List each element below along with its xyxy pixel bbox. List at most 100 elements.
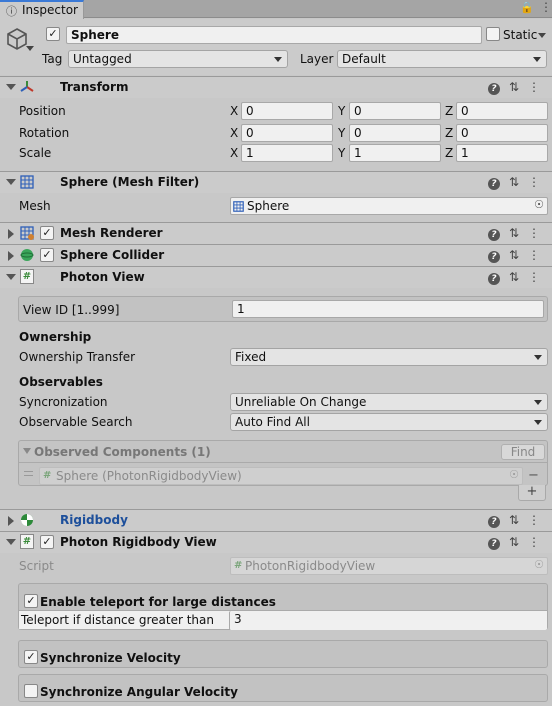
help-icon[interactable]: ? [484, 513, 504, 528]
tab-menu-icon[interactable]: ⋮ [540, 0, 552, 14]
info-icon: ⓘ [6, 5, 17, 18]
synchronization-dropdown[interactable]: Unreliable On Change [230, 393, 548, 411]
scale-z-field[interactable]: 1 [456, 144, 548, 162]
foldout-open-icon[interactable] [6, 274, 16, 280]
rotation-y-field[interactable]: 0 [349, 124, 441, 142]
preset-icon[interactable]: ⇅ [504, 535, 524, 549]
photon-rigidbody-view-header[interactable]: # ✓ Photon Rigidbody View ? ⇅ ⋮ [0, 531, 552, 553]
component-actions: ? ⇅ ⋮ [484, 80, 544, 95]
position-y-field[interactable]: 0 [349, 102, 441, 120]
kebab-menu-icon[interactable]: ⋮ [524, 535, 544, 549]
preset-icon[interactable]: ⇅ [504, 80, 524, 94]
kebab-menu-icon[interactable]: ⋮ [524, 513, 544, 527]
mesh-label: Mesh [19, 199, 51, 213]
sphere-collider-header[interactable]: ✓ Sphere Collider ? ⇅ ⋮ [0, 244, 552, 266]
add-item-button[interactable]: + [518, 485, 546, 501]
chevron-down-icon [274, 57, 282, 62]
script-value: PhotonRigidbodyView [245, 559, 376, 573]
mesh-filter-header[interactable]: Sphere (Mesh Filter) ? ⇅ ⋮ [0, 171, 552, 193]
foldout-closed-icon[interactable] [8, 229, 14, 239]
help-icon[interactable]: ? [484, 175, 504, 190]
ownership-heading: Ownership [19, 330, 92, 344]
foldout-open-icon[interactable] [6, 179, 16, 185]
teleport-distance-label: Teleport if distance greater than [21, 613, 214, 627]
position-x-field[interactable]: 0 [241, 102, 333, 120]
static-checkbox[interactable] [486, 27, 500, 41]
foldout-open-icon[interactable] [6, 84, 16, 90]
scale-label: Scale [19, 146, 52, 160]
script-hash-icon: # [234, 560, 243, 571]
object-name-field[interactable]: Sphere [66, 26, 482, 44]
teleport-checkbox[interactable]: ✓ [24, 594, 38, 608]
sync-angular-checkbox[interactable] [24, 684, 38, 698]
help-icon[interactable]: ? [484, 270, 504, 285]
observable-search-value: Auto Find All [235, 415, 310, 429]
object-picker-icon[interactable]: ☉ [534, 198, 544, 211]
axis-z-label: Z [445, 104, 454, 118]
static-dropdown-arrow-icon[interactable] [538, 33, 546, 38]
find-button[interactable]: Find [501, 444, 545, 460]
sync-angular-box: Synchronize Angular Velocity [18, 674, 548, 702]
help-icon[interactable]: ? [484, 80, 504, 95]
foldout-closed-icon[interactable] [8, 251, 14, 261]
tab-title: Inspector [22, 3, 78, 17]
preset-icon[interactable]: ⇅ [504, 270, 524, 284]
teleport-distance-field[interactable]: 3 [229, 611, 547, 630]
mesh-renderer-header[interactable]: ✓ Mesh Renderer ? ⇅ ⋮ [0, 222, 552, 244]
rotation-z-field[interactable]: 0 [456, 124, 548, 142]
scale-y-field[interactable]: 1 [349, 144, 441, 162]
axis-y-label: Y [338, 126, 346, 140]
remove-item-button[interactable]: − [528, 468, 539, 483]
mesh-object-field[interactable]: Sphere ☉ [230, 197, 548, 215]
rotation-label: Rotation [19, 126, 70, 140]
photon-rigidbody-view-enabled-checkbox[interactable]: ✓ [40, 535, 54, 549]
position-label: Position [19, 104, 66, 118]
kebab-menu-icon[interactable]: ⋮ [524, 270, 544, 284]
mesh-renderer-title: Mesh Renderer [60, 226, 163, 240]
observed-item-field[interactable]: # Sphere (PhotonRigidbodyView) ☉ [39, 467, 523, 485]
tab-inspector[interactable]: ⓘ Inspector [0, 0, 84, 19]
photon-view-title: Photon View [60, 270, 145, 284]
icon-dropdown-arrow-icon[interactable] [26, 46, 34, 51]
ownership-transfer-dropdown[interactable]: Fixed [230, 348, 548, 366]
script-label: Script [19, 559, 54, 573]
component-actions: ? ⇅ ⋮ [484, 513, 544, 528]
preset-icon[interactable]: ⇅ [504, 248, 524, 262]
help-icon[interactable]: ? [484, 226, 504, 241]
scale-x-field[interactable]: 1 [241, 144, 333, 162]
mesh-renderer-enabled-checkbox[interactable]: ✓ [40, 226, 54, 240]
preset-icon[interactable]: ⇅ [504, 513, 524, 527]
view-id-field[interactable]: 1 [232, 300, 544, 318]
object-picker-icon: ☉ [534, 558, 544, 571]
view-id-label: View ID [1..999] [23, 303, 120, 317]
foldout-open-icon[interactable] [23, 448, 31, 454]
chevron-down-icon [534, 355, 542, 360]
active-checkbox[interactable]: ✓ [46, 27, 60, 41]
teleport-label: Enable teleport for large distances [40, 595, 276, 609]
photon-view-header[interactable]: # Photon View ? ⇅ ⋮ [0, 266, 552, 288]
help-icon[interactable]: ? [484, 248, 504, 263]
kebab-menu-icon[interactable]: ⋮ [524, 226, 544, 240]
lock-icon[interactable]: 🔒 [520, 1, 534, 14]
observable-search-dropdown[interactable]: Auto Find All [230, 413, 548, 431]
kebab-menu-icon[interactable]: ⋮ [524, 248, 544, 262]
kebab-menu-icon[interactable]: ⋮ [524, 175, 544, 189]
position-z-field[interactable]: 0 [456, 102, 548, 120]
rigidbody-header[interactable]: Rigidbody ? ⇅ ⋮ [0, 509, 552, 531]
axis-y-label: Y [338, 104, 346, 118]
sync-velocity-checkbox[interactable]: ✓ [24, 650, 38, 664]
object-picker-icon[interactable]: ☉ [509, 468, 519, 481]
kebab-menu-icon[interactable]: ⋮ [524, 80, 544, 94]
rotation-x-field[interactable]: 0 [241, 124, 333, 142]
foldout-open-icon[interactable] [6, 539, 16, 545]
preset-icon[interactable]: ⇅ [504, 226, 524, 240]
help-icon[interactable]: ? [484, 535, 504, 550]
observed-components-header[interactable]: Observed Components (1) Find [19, 441, 547, 463]
transform-header[interactable]: Transform ? ⇅ ⋮ [0, 76, 552, 98]
drag-handle-icon[interactable] [24, 471, 33, 476]
foldout-closed-icon[interactable] [8, 516, 14, 526]
sphere-collider-enabled-checkbox[interactable]: ✓ [40, 248, 54, 262]
layer-dropdown[interactable]: Default [337, 50, 547, 68]
tag-dropdown[interactable]: Untagged [68, 50, 288, 68]
preset-icon[interactable]: ⇅ [504, 175, 524, 189]
